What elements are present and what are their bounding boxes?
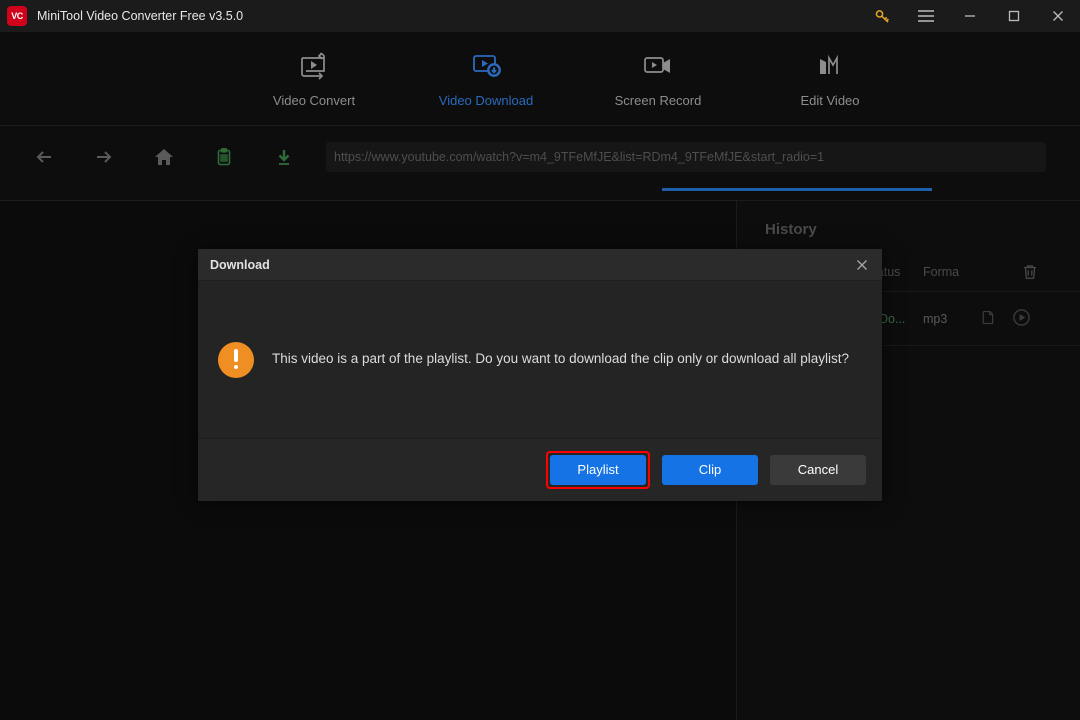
tab-video-download[interactable]: Video Download (400, 32, 572, 125)
main-nav-bar: Video Convert Video Download Screen Reco… (0, 32, 1080, 126)
browser-tab-underline (662, 188, 932, 191)
folder-icon[interactable] (979, 309, 996, 329)
trash-icon[interactable] (979, 263, 1080, 281)
app-window: VC MiniTool Video Converter Free v3.5.0 (0, 0, 1080, 720)
app-logo: VC (7, 6, 27, 26)
playlist-button-focus-ring: Playlist (546, 450, 650, 489)
app-title: MiniTool Video Converter Free v3.5.0 (37, 9, 244, 23)
download-icon[interactable] (254, 133, 314, 181)
address-bar: https://www.youtube.com/watch?v=m4_9TFeM… (0, 126, 1080, 200)
tab-label: Screen Record (614, 92, 702, 108)
dialog-footer: Playlist Clip Cancel (198, 438, 882, 500)
tab-label: Edit Video (800, 92, 860, 108)
play-icon[interactable] (1012, 308, 1031, 330)
dialog-close-icon[interactable] (842, 249, 882, 281)
playlist-button[interactable]: Playlist (550, 454, 646, 485)
tab-label: Video Download (438, 92, 534, 108)
address-bar-inner: https://www.youtube.com/watch?v=m4_9TFeM… (0, 126, 1080, 188)
cancel-button[interactable]: Cancel (770, 454, 866, 485)
clip-button[interactable]: Clip (662, 454, 758, 485)
url-input[interactable]: https://www.youtube.com/watch?v=m4_9TFeM… (326, 142, 1046, 172)
dialog-title-bar: Download (198, 249, 882, 281)
screen-record-icon (641, 50, 675, 84)
exclamation-mark (234, 348, 238, 371)
dialog-body: This video is a part of the playlist. Do… (198, 281, 882, 438)
key-icon[interactable] (860, 0, 904, 32)
forward-arrow-icon[interactable] (74, 133, 134, 181)
nav-tabs: Video Convert Video Download Screen Reco… (0, 32, 1080, 125)
url-text: https://www.youtube.com/watch?v=m4_9TFeM… (334, 150, 825, 164)
minimize-icon[interactable] (948, 0, 992, 32)
video-download-icon (469, 50, 503, 84)
video-convert-icon (297, 50, 331, 84)
history-title: History (765, 221, 817, 238)
warning-icon (218, 341, 254, 378)
tab-video-convert[interactable]: Video Convert (228, 32, 400, 125)
history-row-actions (979, 308, 1080, 330)
clipboard-icon[interactable] (194, 133, 254, 181)
title-bar: VC MiniTool Video Converter Free v3.5.0 (0, 0, 1080, 32)
maximize-icon[interactable] (992, 0, 1036, 32)
close-icon[interactable] (1036, 0, 1080, 32)
history-row-format: mp3 (923, 311, 948, 326)
dialog-message: This video is a part of the playlist. Do… (272, 351, 850, 367)
tab-screen-record[interactable]: Screen Record (572, 32, 744, 125)
edit-video-icon (813, 50, 847, 84)
home-icon[interactable] (134, 133, 194, 181)
tab-label: Video Convert (272, 92, 356, 108)
hamburger-menu-icon[interactable] (904, 0, 948, 32)
dialog-title: Download (210, 257, 270, 272)
column-header-format: Forma (923, 264, 960, 279)
history-row-status-text: Do... (879, 311, 906, 326)
tab-edit-video[interactable]: Edit Video (744, 32, 916, 125)
back-arrow-icon[interactable] (14, 133, 74, 181)
download-dialog: Download This video is a part of the pla… (198, 249, 882, 501)
